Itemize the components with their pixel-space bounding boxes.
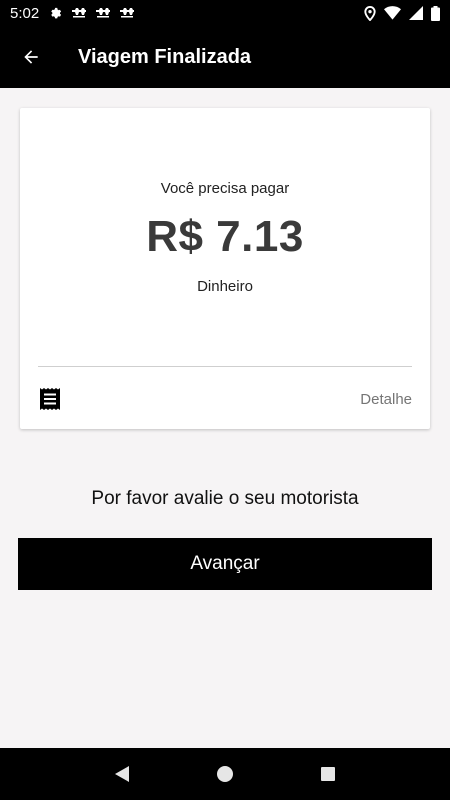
payment-method: Dinheiro xyxy=(197,278,253,295)
payment-label: Você precisa pagar xyxy=(160,180,290,197)
status-right-icons xyxy=(364,5,440,21)
card-divider xyxy=(38,366,412,367)
back-triangle-icon[interactable] xyxy=(102,754,142,794)
receipt-icon[interactable] xyxy=(40,388,60,415)
recents-square-icon[interactable] xyxy=(308,754,348,794)
signal-icon xyxy=(409,6,423,20)
page-title: Viagem Finalizada xyxy=(78,45,252,68)
location-pin-icon xyxy=(364,5,376,21)
detail-link[interactable]: Detalhe xyxy=(360,391,412,408)
rate-driver-prompt: Por favor avalie o seu motorista xyxy=(91,488,359,509)
notification-icon xyxy=(95,7,111,19)
wifi-icon xyxy=(384,6,401,20)
gear-icon xyxy=(49,6,63,20)
next-button[interactable]: Avançar xyxy=(18,538,432,590)
notification-icon xyxy=(71,7,87,19)
payment-amount: R$ 7.13 xyxy=(146,212,304,261)
status-left-icons xyxy=(49,6,135,20)
back-button[interactable] xyxy=(0,26,62,88)
notification-icon xyxy=(119,7,135,19)
battery-icon xyxy=(431,5,440,21)
app-bar: Viagem Finalizada xyxy=(0,26,450,88)
status-bar: 5:02 xyxy=(0,0,450,26)
payment-card: Você precisa pagar R$ 7.13 Dinheiro Deta… xyxy=(20,108,430,429)
system-nav-bar xyxy=(0,748,450,800)
status-time: 5:02 xyxy=(10,4,40,22)
arrow-left-icon xyxy=(24,50,38,64)
home-circle-icon[interactable] xyxy=(205,754,245,794)
